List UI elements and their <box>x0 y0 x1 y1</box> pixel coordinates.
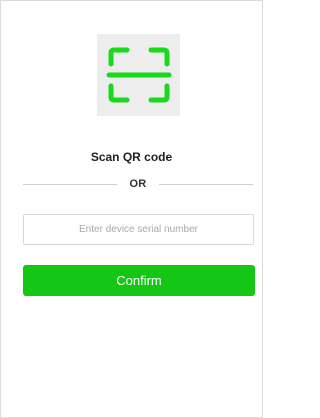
divider-line-right <box>158 183 254 185</box>
qr-scan-icon <box>106 47 171 103</box>
or-divider: OR <box>23 176 254 192</box>
divider-line-left <box>23 183 118 185</box>
scan-qr-label: Scan QR code <box>90 150 173 164</box>
device-binding-screen: Scan QR code OR Confirm <box>0 0 263 418</box>
serial-number-input[interactable] <box>23 214 254 245</box>
or-label: OR <box>129 178 147 190</box>
scan-qr-button[interactable] <box>97 34 180 116</box>
confirm-button[interactable]: Confirm <box>23 265 255 296</box>
